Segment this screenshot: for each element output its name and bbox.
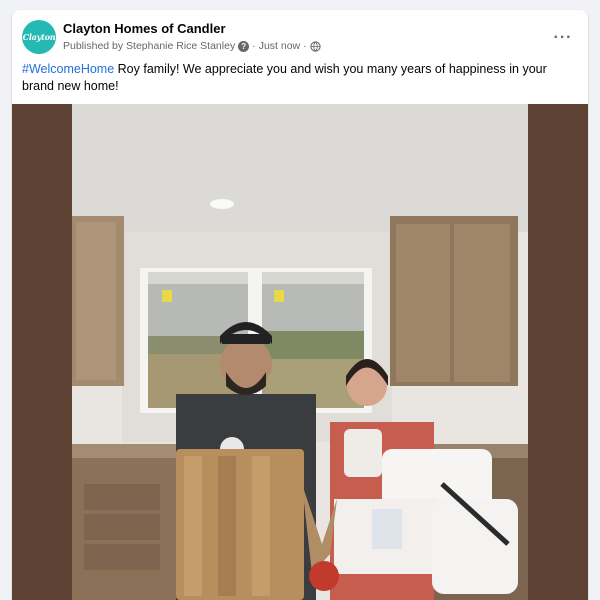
meta-separator-2: ·: [303, 40, 307, 52]
post-card: Clayton Clayton Homes of Candler Publish…: [12, 10, 588, 600]
question-circle-icon[interactable]: ?: [238, 40, 250, 52]
more-options-button[interactable]: ···: [552, 28, 574, 48]
photo-illustration: [12, 104, 588, 600]
hashtag-link[interactable]: #WelcomeHome: [22, 62, 114, 76]
meta-separator: ·: [252, 40, 256, 52]
published-by[interactable]: Published by Stephanie Rice Stanley: [63, 40, 235, 52]
post-message: #WelcomeHome Roy family! We appreciate y…: [22, 61, 570, 95]
page-name-link[interactable]: Clayton Homes of Candler: [63, 21, 226, 36]
post-header: Clayton Clayton Homes of Candler Publish…: [22, 18, 578, 58]
page-avatar[interactable]: Clayton: [22, 20, 56, 54]
avatar-logo-text: Clayton: [22, 32, 56, 42]
globe-icon[interactable]: [310, 40, 321, 52]
post-time[interactable]: Just now: [259, 40, 300, 52]
post-meta: Published by Stephanie Rice Stanley ? · …: [63, 40, 321, 52]
post-photo[interactable]: [12, 104, 588, 600]
